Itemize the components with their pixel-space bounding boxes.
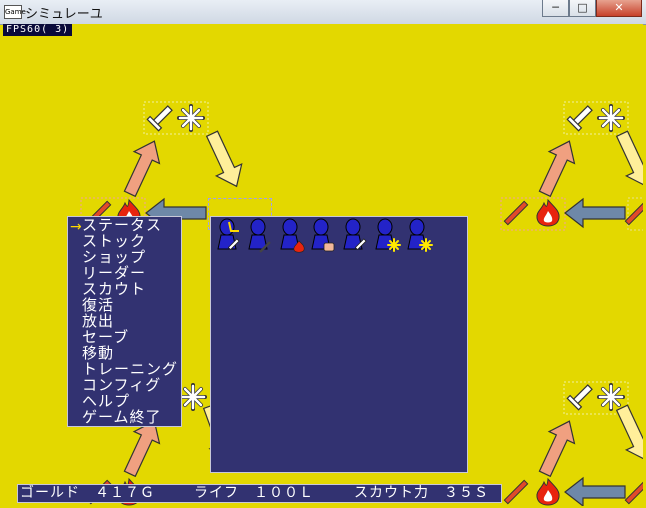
menu-item-shop[interactable]: ショップ — [82, 249, 146, 265]
window-controls: ─ □ ✕ — [542, 0, 642, 18]
window-titlebar: Game シミュレーユ ─ □ ✕ — [0, 0, 646, 25]
party-units — [217, 218, 433, 253]
gold-readout: ゴールド ４１７Ｇ — [20, 485, 155, 501]
menu-item-move[interactable]: 移動 — [82, 345, 114, 361]
life-readout: ライフ １００Ｌ — [194, 485, 314, 501]
window-title: シミュレーユ — [25, 7, 103, 22]
menu-item-revive[interactable]: 復活 — [82, 297, 114, 313]
menu-cursor-arrow-icon: → — [70, 219, 82, 235]
menu-item-status[interactable]: ステータス — [82, 217, 162, 233]
menu-item-quit[interactable]: ゲーム終了 — [82, 409, 162, 425]
unit-6[interactable] — [375, 218, 401, 252]
scout-power-readout: スカウト力 ３５Ｓ — [354, 485, 489, 501]
unit-7[interactable] — [407, 218, 433, 252]
command-menu: → ステータス ストック ショップ リーダー スカウト 復活 放出 セーブ 移動… — [67, 216, 182, 427]
party-panel — [210, 216, 468, 473]
menu-item-config[interactable]: コンフィグ — [82, 377, 161, 393]
menu-item-save[interactable]: セーブ — [82, 329, 129, 345]
unit-2[interactable] — [248, 218, 271, 253]
app-icon: Game — [4, 5, 26, 19]
menu-item-release[interactable]: 放出 — [82, 313, 114, 329]
maximize-button[interactable]: □ — [569, 0, 596, 17]
menu-item-scout[interactable]: スカウト — [82, 281, 146, 297]
game-viewport[interactable]: FPS60( 3) → ステータス ストック ショップ リーダー スカウト 復活… — [3, 24, 643, 506]
fps-counter: FPS60( 3) — [3, 24, 73, 36]
menu-item-stock[interactable]: ストック — [82, 233, 146, 249]
unit-3[interactable] — [280, 218, 305, 253]
unit-5[interactable] — [343, 218, 367, 250]
minimize-button[interactable]: ─ — [542, 0, 569, 17]
menu-item-training[interactable]: トレーニング — [82, 361, 178, 377]
close-button[interactable]: ✕ — [596, 0, 642, 17]
menu-item-leader[interactable]: リーダー — [82, 265, 146, 281]
unit-4[interactable] — [311, 218, 335, 252]
unit-1[interactable] — [217, 218, 240, 250]
status-bar: ゴールド ４１７Ｇ ライフ １００Ｌ スカウト力 ３５Ｓ — [17, 484, 502, 503]
menu-item-help[interactable]: ヘルプ — [82, 393, 130, 409]
